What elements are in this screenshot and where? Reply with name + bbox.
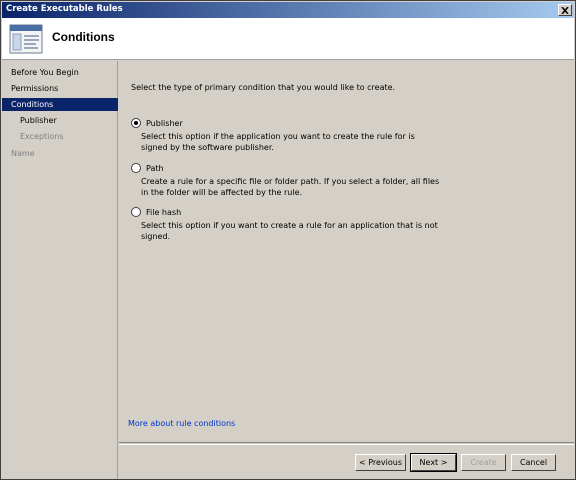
instruction-text: Select the type of primary condition tha… [131, 83, 396, 92]
publisher-description: Select this option if the application yo… [141, 132, 415, 152]
sidebar-item-conditions[interactable]: Conditions [2, 98, 118, 111]
file-hash-radio[interactable] [131, 207, 141, 217]
wizard-window: Create Executable Rules Conditions Befor… [0, 0, 576, 480]
file-hash-option[interactable]: File hash [131, 207, 181, 217]
cancel-button[interactable]: Cancel [511, 454, 556, 471]
title-bar[interactable]: Create Executable Rules [2, 2, 574, 18]
sidebar-item-before-you-begin[interactable]: Before You Begin [2, 66, 118, 79]
page-title: Conditions [52, 30, 115, 44]
file-hash-description: Select this option if you want to create… [141, 221, 438, 241]
main-content: Select the type of primary condition tha… [119, 61, 574, 446]
sidebar-item-name: Name [11, 149, 35, 158]
path-description: Create a rule for a specific file or fol… [141, 177, 440, 197]
button-bar: < Previous Next > Create Cancel [119, 442, 574, 479]
window-title: Create Executable Rules [6, 4, 123, 14]
footer-divider [119, 444, 574, 445]
create-button: Create [461, 454, 506, 471]
sidebar-item-exceptions: Exceptions [20, 132, 64, 141]
path-radio[interactable] [131, 163, 141, 173]
path-option[interactable]: Path [131, 163, 164, 173]
previous-button[interactable]: < Previous [355, 454, 406, 471]
path-label[interactable]: Path [146, 164, 164, 173]
sidebar-item-publisher[interactable]: Publisher [2, 114, 118, 127]
next-button[interactable]: Next > [410, 453, 457, 472]
publisher-radio[interactable] [131, 118, 141, 128]
close-icon [561, 6, 569, 14]
close-button[interactable] [558, 4, 572, 16]
publisher-option[interactable]: Publisher [131, 118, 183, 128]
wizard-page-icon [9, 24, 43, 54]
file-hash-label[interactable]: File hash [146, 208, 181, 217]
wizard-steps-sidebar: Before You Begin Permissions Conditions … [2, 61, 118, 479]
rule-conditions-link[interactable]: More about rule conditions [128, 419, 235, 428]
page-header: Conditions [2, 18, 574, 60]
sidebar-item-permissions[interactable]: Permissions [2, 82, 118, 95]
publisher-label[interactable]: Publisher [146, 119, 183, 128]
